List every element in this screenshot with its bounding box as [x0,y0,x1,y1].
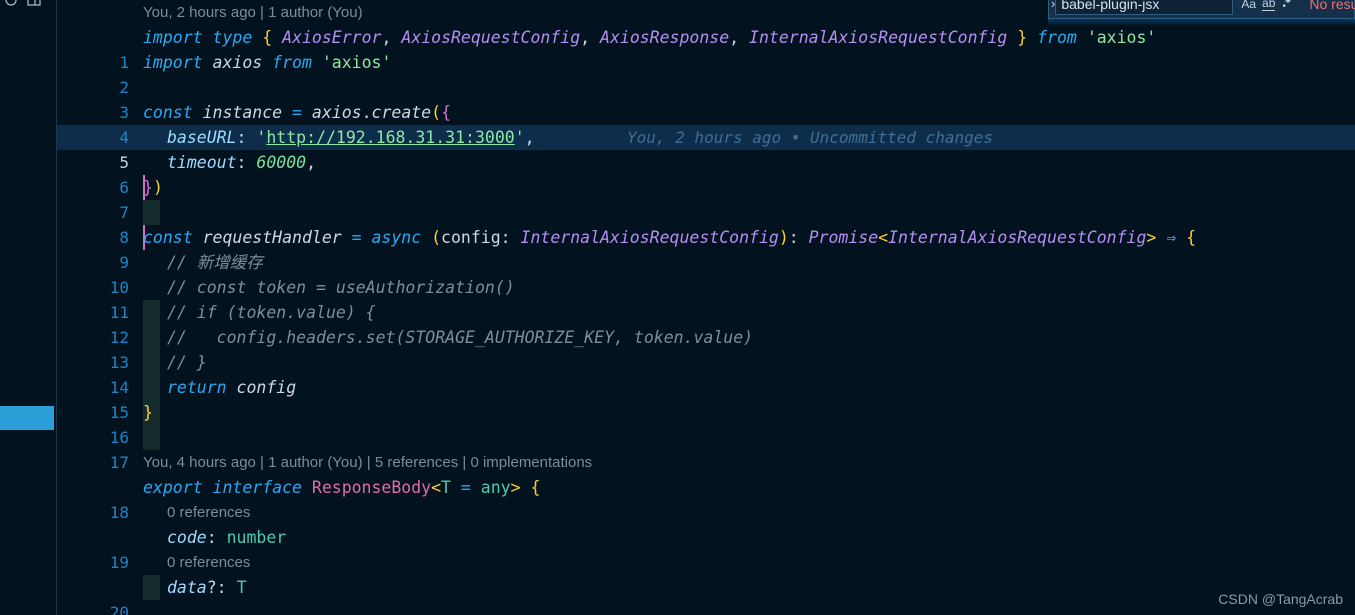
code-line[interactable]: 14 // } [57,350,1355,425]
line-content[interactable]: return config [167,375,296,400]
line-content[interactable]: code: number [167,525,286,550]
code-line[interactable]: 17 [57,425,1355,472]
code-line[interactable]: 13 // config.headers.set(STORAGE_AUTHORI… [57,325,1355,400]
watermark: CSDN @TangAcrab [1218,591,1343,607]
line-content[interactable]: timeout: 60000, [167,150,316,175]
code-line[interactable]: 16 } [57,400,1355,447]
find-toggle-group: Aa ab [1241,0,1295,12]
refresh-icon[interactable] [3,0,19,12]
code-line[interactable]: 7 }) [57,175,1355,222]
codelens-references[interactable]: 0 references [57,550,1355,575]
code-line[interactable]: 10 // 新增缓存 [57,250,1355,325]
line-content[interactable]: // } [167,350,207,375]
code-editor[interactable]: You, 2 hours ago | 1 author (You) 1 impo… [57,0,1355,615]
code-line[interactable]: 19 code: number [57,525,1355,600]
line-content[interactable]: // const token = useAuthorization() [167,275,515,300]
code-line[interactable]: 12 // if (token.value) { [57,300,1355,375]
code-line-active[interactable]: 5 baseURL: 'http://192.168.31.31:3000', … [57,125,1355,200]
line-content[interactable]: // if (token.value) { [167,300,376,325]
line-content[interactable]: } [143,400,153,425]
code-line[interactable]: 9 const requestHandler = async (config: … [57,225,1355,272]
line-content[interactable]: export interface ResponseBody<T = any> { [143,475,540,500]
code-line[interactable]: 3 [57,75,1355,122]
match-whole-word-icon[interactable]: ab [1262,0,1276,11]
line-content[interactable]: // 新增缓存 [167,250,263,275]
overview-ruler-strip[interactable] [0,0,56,615]
code-line[interactable]: 20 data?: T [57,575,1355,615]
line-content[interactable]: import axios from 'axios' [143,50,391,75]
code-line[interactable]: 4 const instance = axios.create({ [57,100,1355,147]
code-line[interactable]: 18 export interface ResponseBody<T = any… [57,475,1355,522]
codelens-label[interactable]: 0 references [167,500,250,525]
find-widget[interactable]: › Aa ab No results [1048,0,1355,19]
use-regex-icon[interactable] [1281,0,1295,12]
code-lines: You, 2 hours ago | 1 author (You) 1 impo… [57,0,1355,615]
line-content[interactable]: data?: T [167,575,247,600]
code-line[interactable]: 15 return config [57,375,1355,450]
code-line[interactable]: 2 import axios from 'axios' [57,50,1355,97]
overview-ruler-marker[interactable] [0,406,54,430]
code-line[interactable]: 6 timeout: 60000, [57,150,1355,250]
code-line[interactable]: 1 import type { AxiosError, AxiosRequest… [57,25,1355,72]
line-number: 20 [109,603,129,615]
line-content[interactable]: import type { AxiosError, AxiosRequestCo… [143,25,1156,50]
codelens-label[interactable]: 0 references [167,550,250,575]
codelens-label[interactable]: You, 4 hours ago | 1 author (You) | 5 re… [143,450,592,475]
code-line[interactable]: 8 [57,200,1355,247]
search-input[interactable] [1055,0,1234,15]
line-content[interactable]: const requestHandler = async (config: In… [143,225,1196,250]
line-content[interactable]: // config.headers.set(STORAGE_AUTHORIZE_… [167,325,753,350]
codelens-blame[interactable]: You, 4 hours ago | 1 author (You) | 5 re… [57,450,1355,475]
codelens-references[interactable]: 0 references [57,500,1355,525]
match-case-icon[interactable]: Aa [1241,0,1256,11]
find-status: No results [1309,0,1355,12]
line-content[interactable]: const instance = axios.create({ [143,100,451,125]
line-content[interactable]: }) [143,175,163,200]
line-content[interactable]: baseURL: 'http://192.168.31.31:3000', [167,125,535,150]
vscode-window: You, 2 hours ago | 1 author (You) 1 impo… [0,0,1355,615]
split-editor-icon[interactable] [26,0,42,12]
editor-toolbar [0,0,56,12]
inline-blame-annotation[interactable]: You, 2 hours ago • Uncommitted changes [627,125,993,150]
code-line[interactable]: 11 // const token = useAuthorization() [57,275,1355,350]
codelens-label[interactable]: You, 2 hours ago | 1 author (You) [143,0,363,25]
